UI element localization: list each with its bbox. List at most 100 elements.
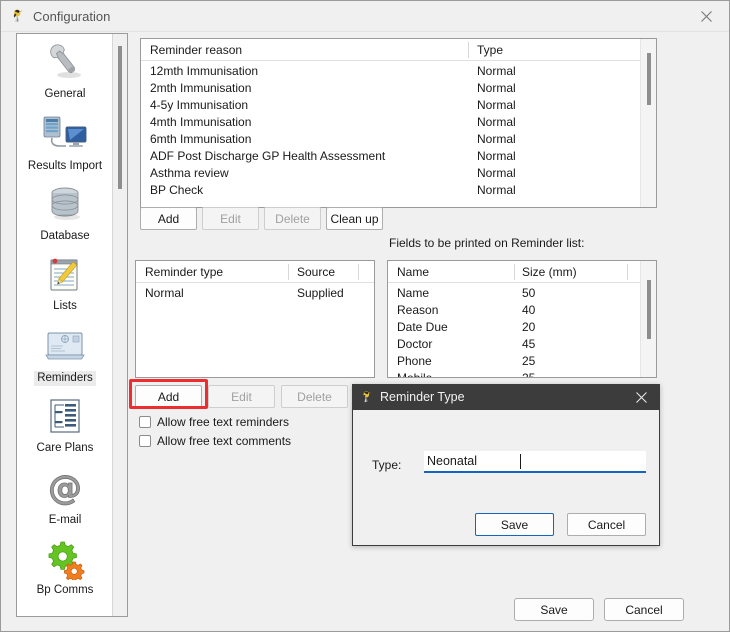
cell-type: Normal bbox=[145, 286, 184, 300]
add-reason-button[interactable]: Add bbox=[140, 207, 197, 230]
column-divider[interactable] bbox=[514, 264, 515, 280]
cell-type: Normal bbox=[477, 115, 516, 129]
cell-source: Supplied bbox=[297, 286, 344, 300]
type-field-label: Type: bbox=[372, 458, 402, 472]
close-icon[interactable] bbox=[683, 1, 729, 31]
table-row[interactable]: Mobile 25 bbox=[388, 370, 656, 378]
sidebar-item-lists[interactable]: Lists bbox=[17, 250, 113, 314]
scrollbar-thumb[interactable] bbox=[647, 280, 651, 339]
table-row[interactable]: Name 50 bbox=[388, 285, 656, 302]
cell-reason: BP Check bbox=[150, 183, 204, 197]
cancel-button[interactable]: Cancel bbox=[604, 598, 684, 621]
envelope-icon bbox=[17, 322, 113, 370]
cell-reason: 2mth Immunisation bbox=[150, 81, 252, 95]
column-header-reminder-type[interactable]: Reminder type bbox=[145, 265, 223, 279]
column-header-reminder-reason[interactable]: Reminder reason bbox=[150, 43, 242, 57]
delete-reason-button[interactable]: Delete bbox=[264, 207, 321, 230]
allow-free-text-reminders-checkbox-row[interactable]: Allow free text reminders bbox=[139, 415, 289, 429]
reminder-type-list-header: Reminder type Source bbox=[136, 261, 374, 283]
cell-type: Normal bbox=[477, 166, 516, 180]
table-row[interactable]: Normal Supplied bbox=[136, 285, 374, 302]
checkbox-icon[interactable] bbox=[139, 435, 151, 447]
cell-size: 25 bbox=[522, 371, 536, 378]
at-sign-icon: @ bbox=[17, 464, 113, 512]
checkbox-icon[interactable] bbox=[139, 416, 151, 428]
gears-icon bbox=[17, 534, 113, 582]
column-header-source[interactable]: Source bbox=[297, 265, 335, 279]
sidebar-item-label: Database bbox=[40, 230, 90, 242]
fields-list-header: Name Size (mm) bbox=[388, 261, 656, 283]
dialog-save-button[interactable]: Save bbox=[475, 513, 554, 536]
table-row[interactable]: ADF Post Discharge GP Health Assessment … bbox=[141, 148, 656, 165]
reminder-reason-list[interactable]: Reminder reason Type 12mth Immunisation … bbox=[140, 38, 657, 208]
table-row[interactable]: Phone 25 bbox=[388, 353, 656, 370]
cell-reason: 12mth Immunisation bbox=[150, 64, 259, 78]
delete-type-button[interactable]: Delete bbox=[281, 385, 348, 408]
add-type-button[interactable]: Add bbox=[135, 385, 202, 408]
column-header-size[interactable]: Size (mm) bbox=[522, 265, 577, 279]
dialog-cancel-button[interactable]: Cancel bbox=[567, 513, 646, 536]
sidebar-item-general[interactable]: General bbox=[17, 38, 113, 102]
edit-reason-button[interactable]: Edit bbox=[202, 207, 259, 230]
scrollbar-thumb[interactable] bbox=[647, 53, 651, 105]
fields-list[interactable]: Name Size (mm) Name 50 Reason 40 Date Du… bbox=[387, 260, 657, 378]
column-divider[interactable] bbox=[627, 264, 628, 280]
table-row[interactable]: Doctor 45 bbox=[388, 336, 656, 353]
type-input[interactable] bbox=[424, 451, 646, 473]
column-divider[interactable] bbox=[288, 264, 289, 280]
window-title: Configuration bbox=[33, 9, 111, 24]
sidebar-item-bp-comms[interactable]: Bp Comms bbox=[17, 534, 113, 598]
cell-reason: ADF Post Discharge GP Health Assessment bbox=[150, 149, 386, 163]
reminder-type-list[interactable]: Reminder type Source Normal Supplied bbox=[135, 260, 375, 378]
allow-free-text-comments-checkbox-row[interactable]: Allow free text comments bbox=[139, 434, 291, 448]
sidebar-item-care-plans[interactable]: Care Plans bbox=[17, 392, 113, 456]
sidebar-item-label: E-mail bbox=[48, 514, 82, 526]
table-row[interactable]: Date Due 20 bbox=[388, 319, 656, 336]
fields-list-scrollbar[interactable] bbox=[640, 261, 656, 377]
table-row[interactable]: 12mth Immunisation Normal bbox=[141, 63, 656, 80]
table-row[interactable]: Reason 40 bbox=[388, 302, 656, 319]
table-row[interactable]: 6mth Immunisation Normal bbox=[141, 131, 656, 148]
sidebar-item-email[interactable]: @ E-mail bbox=[17, 464, 113, 528]
sidebar-item-label: Bp Comms bbox=[36, 584, 94, 596]
reminder-type-dialog: Reminder Type Type: Save Cancel bbox=[352, 384, 660, 546]
column-header-type[interactable]: Type bbox=[477, 43, 503, 57]
save-button[interactable]: Save bbox=[514, 598, 594, 621]
sidebar-item-label: Lists bbox=[53, 300, 77, 312]
table-row[interactable]: BP Check Normal bbox=[141, 182, 656, 199]
dialog-close-icon[interactable] bbox=[623, 385, 659, 410]
sidebar-scrollbar-thumb[interactable] bbox=[118, 46, 122, 189]
column-divider[interactable] bbox=[358, 264, 359, 280]
table-row[interactable]: 4mth Immunisation Normal bbox=[141, 114, 656, 131]
sidebar-item-database[interactable]: Database bbox=[17, 180, 113, 244]
cell-name: Reason bbox=[397, 303, 439, 317]
svg-text:@: @ bbox=[48, 468, 82, 508]
database-icon bbox=[17, 180, 113, 228]
cell-name: Name bbox=[397, 286, 430, 300]
bird-logo-icon bbox=[10, 8, 26, 24]
sidebar-item-label: Reminders bbox=[34, 371, 96, 386]
reminder-reason-list-scrollbar[interactable] bbox=[640, 39, 656, 207]
table-row[interactable]: 2mth Immunisation Normal bbox=[141, 80, 656, 97]
cell-name: Doctor bbox=[397, 337, 433, 351]
cell-reason: Asthma review bbox=[150, 166, 229, 180]
cell-size: 45 bbox=[522, 337, 536, 351]
cell-name: Phone bbox=[397, 354, 432, 368]
sidebar-item-reminders[interactable]: Reminders bbox=[17, 322, 113, 386]
edit-type-button[interactable]: Edit bbox=[208, 385, 275, 408]
table-row[interactable]: 4-5y Immunisation Normal bbox=[141, 97, 656, 114]
dialog-body: Type: Save Cancel bbox=[353, 410, 659, 545]
sidebar[interactable]: General Results Import Database Lists Re… bbox=[16, 33, 128, 617]
cell-reason: 4-5y Immunisation bbox=[150, 98, 249, 112]
column-divider[interactable] bbox=[468, 42, 469, 58]
cell-type: Normal bbox=[477, 183, 516, 197]
sidebar-item-results-import[interactable]: Results Import bbox=[17, 110, 113, 174]
sidebar-scrollbar[interactable] bbox=[112, 34, 127, 616]
clean-up-button[interactable]: Clean up bbox=[326, 207, 383, 230]
cell-type: Normal bbox=[477, 132, 516, 146]
cell-type: Normal bbox=[477, 64, 516, 78]
reminder-reason-list-header: Reminder reason Type bbox=[141, 39, 656, 61]
table-row[interactable]: Asthma review Normal bbox=[141, 165, 656, 182]
cell-size: 40 bbox=[522, 303, 536, 317]
column-header-name[interactable]: Name bbox=[397, 265, 429, 279]
